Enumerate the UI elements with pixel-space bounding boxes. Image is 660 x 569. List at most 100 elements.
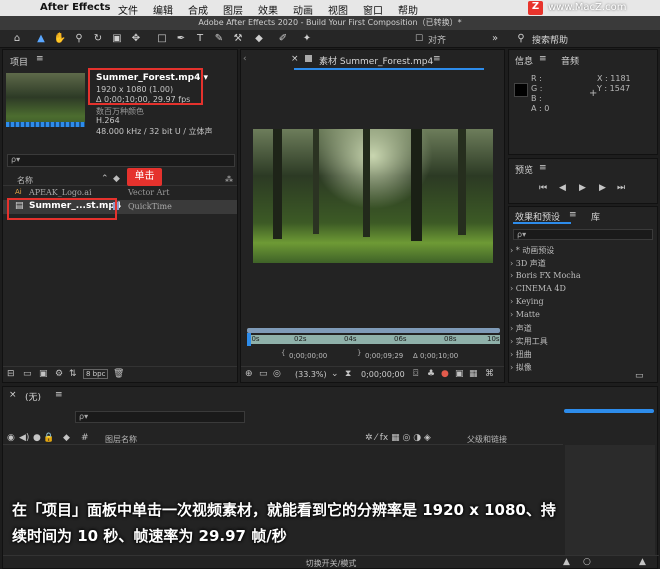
project-settings-icon[interactable]: ⚙ — [55, 369, 63, 379]
new-composition-icon[interactable]: ▣ — [39, 369, 48, 379]
timeline-search-input[interactable]: ρ▾ — [75, 411, 245, 423]
pan-behind-tool-icon[interactable]: ✥ — [129, 32, 143, 46]
effect-category[interactable]: › * 动画预设 — [510, 245, 554, 256]
zoom-dropdown[interactable]: (33.3%) — [295, 370, 327, 379]
selection-tool-icon[interactable]: ▲ — [34, 32, 48, 46]
timeline-tab[interactable]: (无) — [25, 390, 41, 403]
home-icon[interactable]: ⌂ — [10, 32, 24, 46]
workspace-menu-icon[interactable]: » — [488, 32, 502, 46]
app-menu[interactable]: After Effects — [40, 2, 110, 13]
work-area-bar[interactable] — [247, 328, 500, 333]
library-tab[interactable]: 库 — [591, 210, 600, 223]
viewer-close-icon[interactable]: × — [291, 54, 299, 64]
layer-name-column[interactable]: 图层名称 — [105, 434, 137, 445]
project-panel-title[interactable]: 项目 — [10, 55, 28, 68]
menu-file[interactable]: 文件 — [118, 2, 138, 17]
monitor-icon[interactable]: ▭ — [259, 369, 268, 379]
panel-menu-icon[interactable]: ≡ — [539, 163, 547, 173]
effect-category[interactable]: › Matte — [510, 310, 540, 319]
menu-effect[interactable]: 效果 — [258, 2, 278, 17]
time-ruler[interactable]: 00s 02s 04s 06s 08s 10s — [247, 335, 500, 344]
menu-help[interactable]: 帮助 — [398, 2, 418, 17]
bit-depth-button[interactable]: 8 bpc — [83, 369, 109, 379]
menu-view[interactable]: 视图 — [328, 2, 348, 17]
zoom-in-icon[interactable]: ▲ — [639, 557, 646, 567]
effect-category[interactable]: › 实用工具 — [510, 336, 548, 347]
effect-category[interactable]: › Boris FX Mocha — [510, 271, 581, 280]
pen-tool-icon[interactable]: ✒ — [174, 32, 188, 46]
camera-tool-icon[interactable]: ▣ — [110, 32, 124, 46]
panel-menu-icon[interactable]: ≡ — [433, 54, 441, 64]
panel-menu-icon[interactable]: ≡ — [569, 210, 577, 220]
roto-brush-tool-icon[interactable]: ✐ — [276, 32, 290, 46]
type-tool-icon[interactable]: T — [193, 32, 207, 46]
label-tag-icon[interactable]: ◆ — [63, 433, 70, 443]
transparency-grid-icon[interactable]: ▦ — [469, 369, 478, 379]
chevron-down-icon[interactable]: ⌄ — [331, 369, 339, 379]
puppet-tool-icon[interactable]: ✦ — [300, 32, 314, 46]
toggle-switches-modes[interactable]: 切换开关/模式 — [3, 558, 659, 569]
viewer-tab[interactable]: 素材 Summer_Forest.mp4 — [319, 54, 433, 67]
solo-toggle-icon[interactable]: ● — [33, 433, 41, 443]
channel-icon[interactable]: ● — [441, 369, 449, 379]
trash-icon[interactable]: 🗑 — [113, 369, 124, 379]
zoom-tool-icon[interactable]: ⚲ — [72, 32, 86, 46]
magnify-icon[interactable]: ⊕ — [245, 369, 253, 379]
out-time[interactable]: 0;00;09;29 — [365, 352, 403, 360]
new-preset-icon[interactable]: ▭ — [635, 371, 644, 381]
mask-visibility-icon[interactable]: ◎ — [273, 369, 281, 379]
effects-search-input[interactable]: ρ▾ — [513, 229, 653, 240]
effect-category[interactable]: › Keying — [510, 297, 544, 306]
hand-tool-icon[interactable]: ✋ — [53, 32, 67, 46]
parent-link-column[interactable]: 父级和链接 — [467, 434, 507, 445]
orbit-tool-icon[interactable]: ↻ — [91, 32, 105, 46]
preview-title[interactable]: 预览 — [515, 163, 533, 176]
previous-frame-icon[interactable]: ◀ — [559, 183, 566, 193]
lock-square-icon[interactable] — [305, 55, 312, 62]
region-icon[interactable]: ▣ — [455, 369, 464, 379]
audio-toggle-icon[interactable]: ◀) — [19, 433, 29, 443]
next-frame-icon[interactable]: ▶ — [599, 183, 606, 193]
clone-stamp-tool-icon[interactable]: ⚒ — [231, 32, 245, 46]
menu-edit[interactable]: 编辑 — [153, 2, 173, 17]
out-point-icon[interactable]: } — [357, 349, 361, 357]
playhead[interactable] — [247, 333, 251, 346]
effect-category[interactable]: › 扭曲 — [510, 349, 532, 360]
lock-icon[interactable]: 🔒 — [43, 433, 54, 443]
effect-category[interactable]: › 拟像 — [510, 362, 532, 373]
eraser-tool-icon[interactable]: ◆ — [252, 32, 266, 46]
panel-scroll-icon[interactable]: ‹ — [243, 54, 247, 64]
brush-tool-icon[interactable]: ✎ — [212, 32, 226, 46]
menu-layer[interactable]: 图层 — [223, 2, 243, 17]
menu-composition[interactable]: 合成 — [188, 2, 208, 17]
column-name[interactable]: 名称 — [17, 175, 33, 186]
menu-animation[interactable]: 动画 — [293, 2, 313, 17]
interpret-footage-icon[interactable]: ⊟ — [7, 369, 15, 379]
in-time[interactable]: 0;00;00;00 — [289, 352, 327, 360]
project-search-input[interactable]: ρ▾ — [7, 154, 235, 167]
effect-category[interactable]: › 声道 — [510, 323, 532, 334]
video-toggle-icon[interactable]: ◉ — [7, 433, 15, 443]
align-checkbox-icon[interactable]: ☐ — [412, 32, 426, 46]
snapshot-icon[interactable]: ⌼ — [413, 369, 418, 379]
timeline-close-icon[interactable]: × — [9, 390, 17, 400]
switches-icon[interactable]: ✲ ⁄ fx ▦ ◎ ◑ ◈ — [365, 433, 431, 443]
current-time[interactable]: 0;00;00;00 — [361, 370, 405, 379]
flowchart-icon[interactable]: ⇅ — [69, 369, 77, 379]
menu-window[interactable]: 窗口 — [363, 2, 383, 17]
play-icon[interactable]: ▶ — [579, 183, 586, 193]
label-tag-icon[interactable]: ◆ — [113, 174, 120, 184]
panel-menu-icon[interactable]: ≡ — [539, 54, 547, 64]
audio-tab[interactable]: 音频 — [561, 54, 579, 67]
effect-category[interactable]: › 3D 声道 — [510, 258, 546, 269]
search-help-field[interactable]: 搜索帮助 — [532, 33, 568, 46]
in-point-icon[interactable]: { — [281, 349, 285, 357]
fast-preview-icon[interactable]: ⌘ — [485, 369, 494, 379]
new-folder-icon[interactable]: ▭ — [23, 369, 32, 379]
info-tab[interactable]: 信息 — [515, 54, 533, 67]
rectangle-tool-icon[interactable]: □ — [155, 32, 169, 46]
hierarchy-icon[interactable]: ⁂ — [225, 175, 233, 184]
zoom-out-icon[interactable]: ▲ — [563, 557, 570, 567]
panel-menu-icon[interactable]: ≡ — [55, 390, 63, 400]
first-frame-icon[interactable]: ⏮ — [539, 183, 547, 193]
